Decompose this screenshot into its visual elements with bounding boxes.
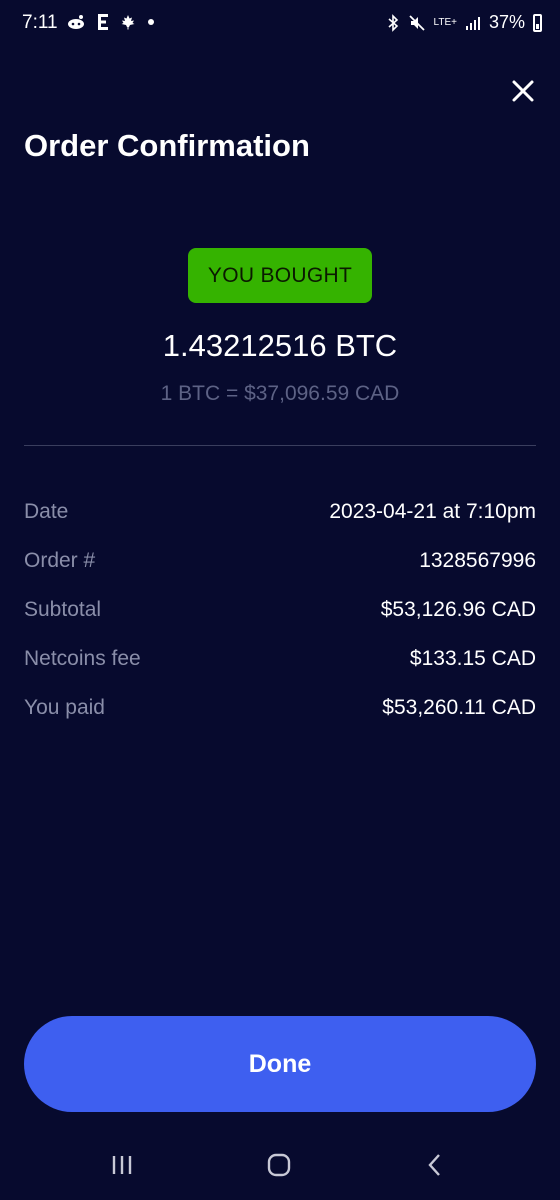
- back-button[interactable]: [415, 1150, 455, 1180]
- recent-apps-button[interactable]: [102, 1150, 142, 1180]
- you-bought-badge: YOU BOUGHT: [188, 248, 372, 303]
- detail-row-you-paid: You paid $53,260.11 CAD: [24, 696, 536, 745]
- mute-icon: [408, 14, 425, 31]
- detail-label: Date: [24, 500, 69, 523]
- detail-label: You paid: [24, 696, 105, 719]
- detail-value: $53,260.11 CAD: [382, 696, 536, 719]
- battery-percent: 37%: [488, 12, 525, 32]
- home-button[interactable]: [259, 1150, 299, 1180]
- reddit-icon: [68, 15, 84, 29]
- btc-amount: 1.43212516 BTC: [162, 328, 398, 363]
- exchange-rate: 1 BTC = $37,096.59 CAD: [160, 382, 400, 405]
- detail-row-order-number: Order # 1328567996: [24, 549, 536, 598]
- status-time: 7:11: [22, 12, 58, 33]
- close-icon: [512, 80, 534, 102]
- back-icon: [428, 1154, 440, 1176]
- order-details: Date 2023-04-21 at 7:10pm Order # 132856…: [24, 500, 536, 745]
- notification-icons: [66, 12, 156, 32]
- detail-row-subtotal: Subtotal $53,126.96 CAD: [24, 598, 536, 647]
- done-button[interactable]: Done: [24, 1016, 536, 1112]
- recent-apps-icon: [112, 1156, 132, 1174]
- detail-row-date: Date 2023-04-21 at 7:10pm: [24, 500, 536, 549]
- dot-icon: [148, 19, 154, 25]
- battery-icon: [533, 13, 542, 32]
- system-icons: LTE+ 37%: [386, 12, 542, 33]
- close-button[interactable]: [510, 78, 536, 104]
- detail-label: Order #: [24, 549, 96, 572]
- detail-label: Subtotal: [24, 598, 102, 621]
- status-bar: 7:11 LTE+ 37%: [0, 0, 560, 50]
- network-label: LTE+: [433, 16, 457, 28]
- e-icon: [98, 14, 108, 30]
- home-icon: [267, 1153, 291, 1177]
- detail-label: Netcoins fee: [24, 647, 141, 670]
- detail-value: 1328567996: [419, 549, 536, 572]
- detail-value: 2023-04-21 at 7:10pm: [329, 500, 536, 523]
- detail-value: $53,126.96 CAD: [380, 598, 536, 621]
- detail-value: $133.15 CAD: [409, 647, 536, 670]
- page-title: Order Confirmation: [24, 128, 310, 163]
- navigation-bar: [0, 1140, 560, 1190]
- maple-leaf-icon: [121, 15, 135, 30]
- detail-row-fee: Netcoins fee $133.15 CAD: [24, 647, 536, 696]
- divider: [24, 445, 536, 446]
- bluetooth-icon: [388, 13, 398, 32]
- signal-icon: [465, 16, 480, 30]
